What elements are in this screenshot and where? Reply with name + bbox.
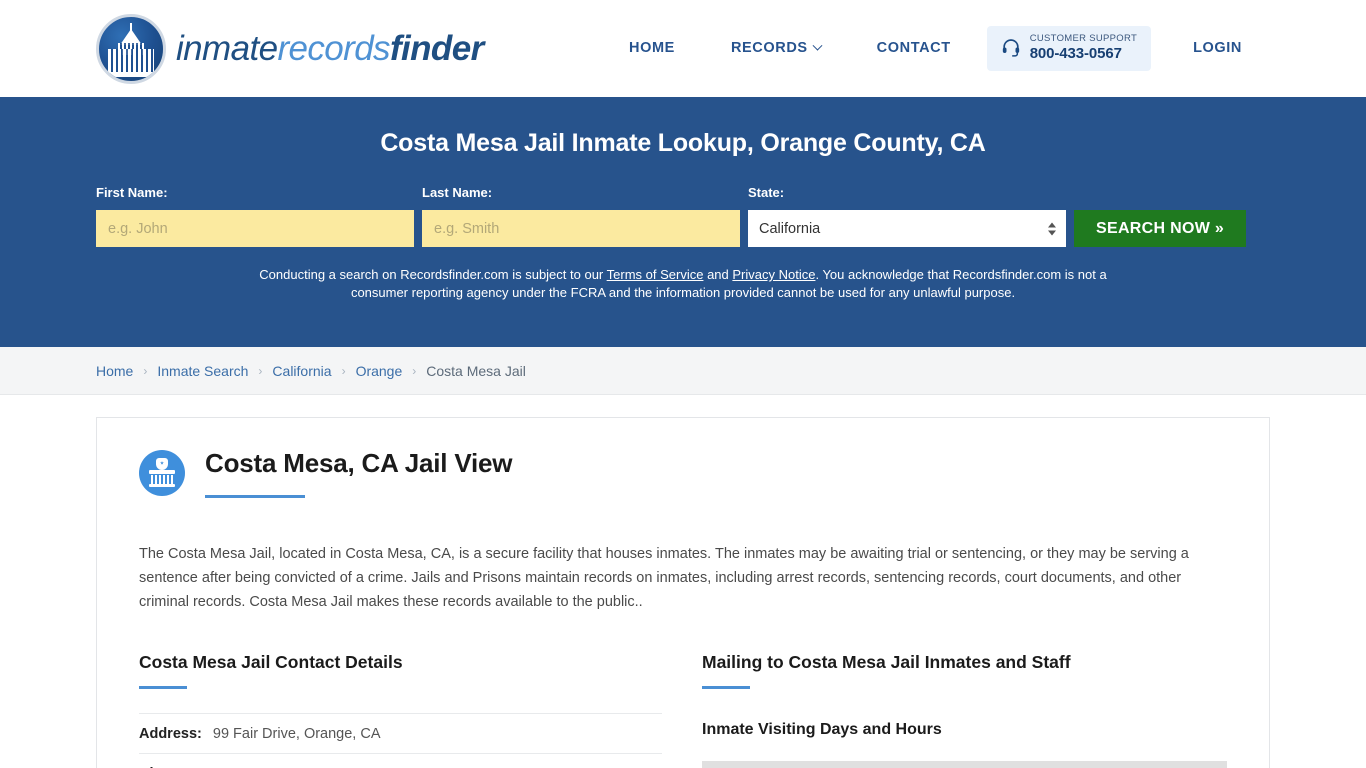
- chevron-down-icon: [812, 40, 823, 51]
- contact-details-list: Address: 99 Fair Drive, Orange, CA City:…: [139, 713, 662, 768]
- nav-label-home: HOME: [629, 40, 675, 57]
- inmate-search-form: First Name: Last Name: State: California…: [96, 185, 1270, 247]
- visiting-hours-table: Day of Week Hours: [702, 761, 1227, 768]
- site-logo[interactable]: inmaterecordsfinder: [96, 13, 484, 84]
- logo-part-finder: finder: [389, 28, 484, 68]
- state-select-value: California: [759, 220, 821, 237]
- search-disclaimer: Conducting a search on Recordsfinder.com…: [258, 266, 1108, 302]
- nav-item-contact[interactable]: CONTACT: [849, 40, 979, 56]
- privacy-notice-link[interactable]: Privacy Notice: [732, 267, 815, 282]
- mailing-column: Mailing to Costa Mesa Jail Inmates and S…: [702, 652, 1227, 768]
- terms-of-service-link[interactable]: Terms of Service: [607, 267, 704, 282]
- detail-row-address: Address: 99 Fair Drive, Orange, CA: [139, 713, 662, 753]
- select-spinner-icon[interactable]: [1048, 222, 1056, 235]
- site-header: inmaterecordsfinder HOME RECORDS CONTACT…: [0, 0, 1366, 97]
- nav-label-records: RECORDS: [730, 40, 808, 57]
- disclaimer-text-2: and: [703, 267, 733, 282]
- section-accent-rule: [702, 686, 750, 689]
- page-heading: Costa Mesa Jail Inmate Lookup, Orange Co…: [380, 129, 986, 157]
- capitol-dome-icon: [96, 13, 166, 84]
- support-label: CUSTOMER SUPPORT: [1029, 33, 1138, 45]
- last-name-label: Last Name:: [422, 185, 493, 200]
- jail-description: The Costa Mesa Jail, located in Costa Me…: [139, 546, 1189, 610]
- contact-details-column: Costa Mesa Jail Contact Details Address:…: [139, 652, 662, 768]
- support-phone-number[interactable]: 800-433-0567: [1030, 45, 1137, 62]
- headset-icon: [1002, 39, 1019, 58]
- state-field-group: State: California: [748, 185, 1066, 247]
- state-select[interactable]: California: [748, 210, 1066, 247]
- breadcrumb-separator-icon: ›: [143, 363, 148, 378]
- breadcrumb-separator-icon: ›: [258, 363, 263, 378]
- nav-item-login[interactable]: LOGIN: [1165, 40, 1270, 56]
- visiting-hours-heading: Inmate Visiting Days and Hours: [702, 721, 942, 738]
- nav-label-contact: CONTACT: [876, 40, 951, 57]
- nav-item-records[interactable]: RECORDS: [703, 40, 849, 56]
- title-accent-rule: [205, 495, 305, 498]
- column-header-day-of-week: Day of Week: [702, 761, 1029, 768]
- logo-part-inmate: inmate: [176, 28, 278, 68]
- content-card: Costa Mesa, CA Jail View The Costa Mesa …: [96, 417, 1270, 768]
- search-now-button[interactable]: SEARCH NOW »: [1074, 210, 1247, 247]
- section-accent-rule: [139, 686, 187, 689]
- column-header-hours: Hours: [1028, 761, 1227, 768]
- breadcrumb-item-home[interactable]: Home: [96, 363, 133, 379]
- breadcrumb-item-current: Costa Mesa Jail: [426, 362, 526, 379]
- breadcrumb: Home › Inmate Search › California › Oran…: [96, 363, 526, 379]
- state-label: State:: [748, 185, 785, 200]
- detail-value-address: 99 Fair Drive, Orange, CA: [212, 726, 381, 742]
- nav-item-home[interactable]: HOME: [601, 40, 703, 56]
- breadcrumb-item-orange[interactable]: Orange: [356, 363, 403, 379]
- breadcrumb-separator-icon: ›: [341, 363, 346, 378]
- contact-details-heading: Costa Mesa Jail Contact Details: [139, 652, 403, 672]
- last-name-input[interactable]: [422, 210, 740, 247]
- nav-label-login: LOGIN: [1193, 40, 1242, 57]
- hero-search-section: Costa Mesa Jail Inmate Lookup, Orange Co…: [0, 97, 1366, 347]
- last-name-field-group: Last Name:: [422, 185, 740, 247]
- disclaimer-text-1: Conducting a search on Recordsfinder.com…: [259, 267, 607, 282]
- logo-wordmark: inmaterecordsfinder: [176, 29, 484, 69]
- first-name-field-group: First Name:: [96, 185, 414, 247]
- breadcrumb-bar: Home › Inmate Search › California › Oran…: [0, 347, 1366, 395]
- breadcrumb-separator-icon: ›: [412, 363, 417, 378]
- logo-part-records: records: [277, 28, 390, 68]
- main-navigation: HOME RECORDS CONTACT CUSTOMER SUPPORT 80…: [601, 26, 1270, 71]
- jail-view-header: Costa Mesa, CA Jail View: [139, 448, 1227, 498]
- detail-key-address: Address:: [139, 726, 202, 742]
- mailing-heading: Mailing to Costa Mesa Jail Inmates and S…: [702, 652, 1071, 672]
- breadcrumb-item-california[interactable]: California: [272, 363, 331, 379]
- first-name-input[interactable]: [96, 210, 414, 247]
- jail-building-icon: [139, 450, 185, 496]
- breadcrumb-item-inmate-search[interactable]: Inmate Search: [157, 363, 248, 379]
- table-header-row: Day of Week Hours: [702, 761, 1227, 768]
- detail-columns: Costa Mesa Jail Contact Details Address:…: [139, 652, 1227, 768]
- customer-support-block[interactable]: CUSTOMER SUPPORT 800-433-0567: [986, 26, 1152, 71]
- detail-row-city: City: Costa Mesa: [139, 753, 662, 768]
- first-name-label: First Name:: [96, 185, 168, 200]
- page-title: Costa Mesa, CA Jail View: [205, 448, 513, 478]
